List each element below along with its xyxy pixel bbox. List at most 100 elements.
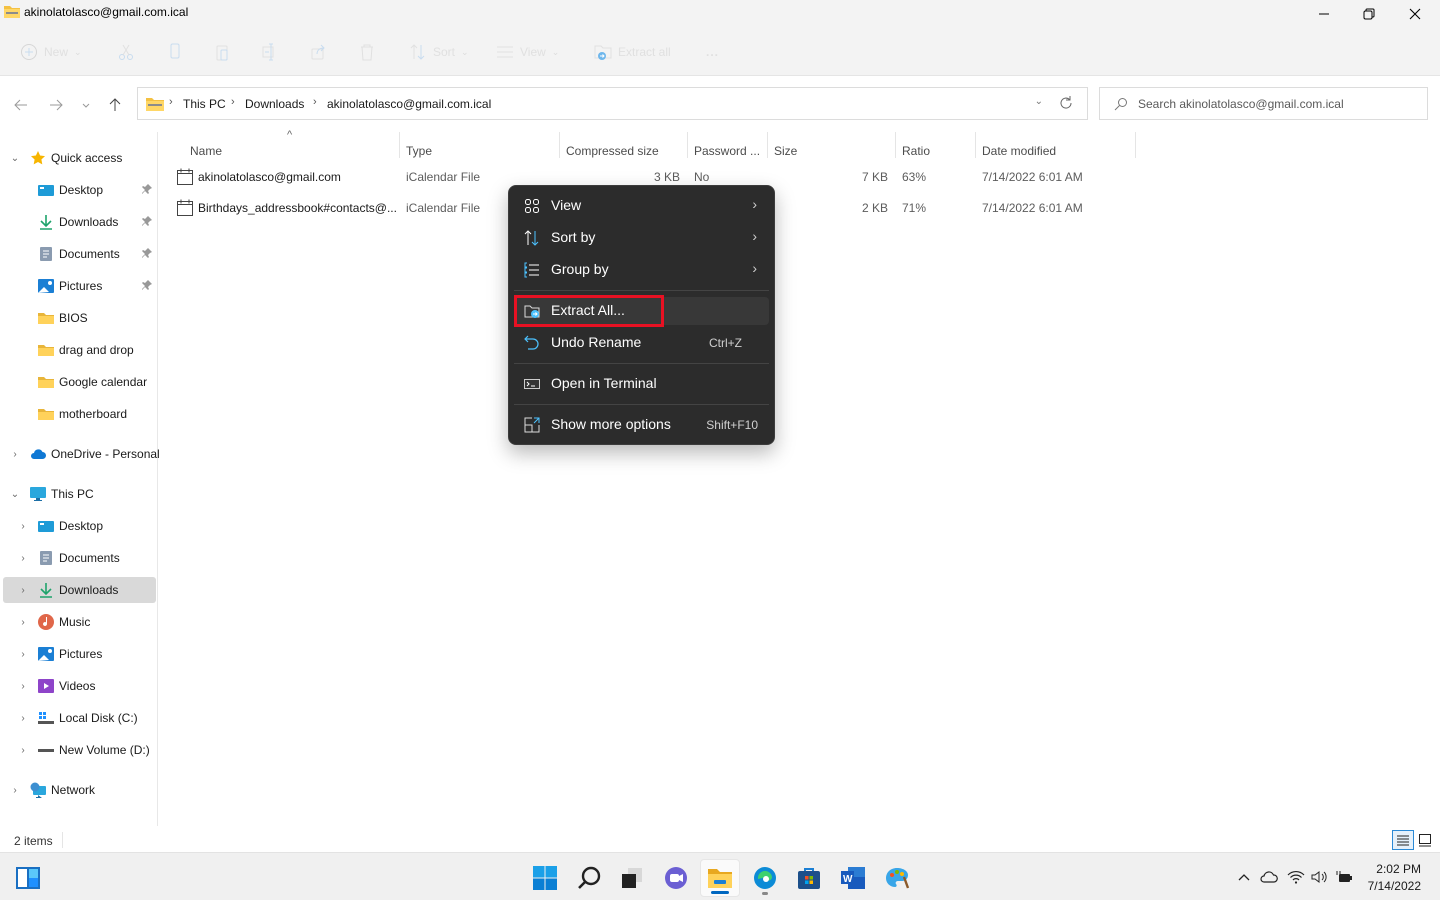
sidebar-item-drag-and-drop[interactable]: drag and drop — [3, 337, 156, 363]
up-button[interactable] — [104, 94, 126, 116]
menu-item-sort-by[interactable]: Sort by › — [514, 224, 769, 252]
column-header-size[interactable]: Size — [774, 144, 797, 158]
sort-button[interactable]: Sort ⌄ — [409, 40, 469, 64]
address-history-dropdown[interactable]: ⌄ — [1035, 96, 1043, 107]
widgets-button[interactable] — [8, 859, 48, 897]
search-box[interactable] — [1099, 87, 1428, 120]
file-explorer-taskbar-button[interactable] — [700, 859, 740, 897]
chevron-down-icon[interactable]: ⌄ — [9, 153, 21, 164]
column-divider[interactable] — [559, 132, 560, 158]
chevron-right-icon[interactable]: › — [9, 785, 21, 796]
show-hidden-icons-button[interactable] — [1235, 867, 1253, 887]
store-button[interactable] — [789, 859, 829, 897]
chevron-right-icon[interactable]: › — [17, 649, 29, 660]
chevron-right-icon[interactable]: › — [17, 585, 29, 596]
menu-item-group-by[interactable]: Group by › — [514, 256, 769, 284]
edge-button[interactable] — [745, 859, 785, 897]
wifi-button[interactable] — [1286, 867, 1306, 887]
sidebar-item-motherboard[interactable]: motherboard — [3, 401, 156, 427]
column-divider[interactable] — [895, 132, 896, 158]
sidebar-item-pc-downloads[interactable]: › Downloads — [3, 577, 156, 603]
sidebar-item-pc-desktop[interactable]: › Desktop — [3, 513, 156, 539]
menu-item-open-in-terminal[interactable]: Open in Terminal — [514, 370, 769, 398]
pin-icon[interactable] — [141, 215, 153, 227]
column-divider[interactable] — [1135, 132, 1136, 158]
paint-button[interactable] — [877, 859, 917, 897]
large-icons-view-button[interactable] — [1414, 830, 1436, 850]
pin-icon[interactable] — [141, 183, 153, 195]
search-button[interactable] — [569, 859, 609, 897]
pin-icon[interactable] — [141, 279, 153, 291]
column-header-name[interactable]: Name — [190, 144, 222, 158]
address-bar[interactable]: › This PC › Downloads › akinolatolasco@g… — [137, 87, 1088, 120]
column-divider[interactable] — [399, 132, 400, 158]
chevron-down-icon[interactable]: ⌄ — [9, 489, 21, 500]
restore-button[interactable] — [1346, 0, 1392, 28]
forward-button[interactable] — [45, 94, 67, 116]
column-header-compressed-size[interactable]: Compressed size — [566, 144, 659, 158]
chevron-right-icon[interactable]: › — [17, 617, 29, 628]
paste-button[interactable] — [214, 40, 232, 64]
view-button[interactable]: View ⌄ — [496, 40, 559, 64]
sidebar-item-pc-music[interactable]: › Music — [3, 609, 156, 635]
column-divider[interactable] — [687, 132, 688, 158]
sidebar-item-pc-videos[interactable]: › Videos — [3, 673, 156, 699]
sidebar-item-pictures[interactable]: Pictures — [3, 273, 156, 299]
menu-item-undo-rename[interactable]: Undo Rename Ctrl+Z — [514, 329, 769, 357]
sidebar-item-quick-access[interactable]: ⌄ Quick access — [3, 145, 156, 171]
onedrive-tray-button[interactable] — [1258, 867, 1280, 887]
volume-button[interactable] — [1310, 867, 1330, 887]
cut-button[interactable] — [117, 40, 135, 64]
word-button[interactable]: W — [833, 859, 873, 897]
battery-button[interactable] — [1334, 867, 1354, 887]
column-header-password[interactable]: Password ... — [694, 144, 760, 158]
chevron-right-icon[interactable]: › — [17, 745, 29, 756]
refresh-icon[interactable] — [1057, 94, 1075, 112]
sidebar-item-documents[interactable]: Documents — [3, 241, 156, 267]
task-view-button[interactable] — [612, 859, 652, 897]
share-button[interactable] — [310, 40, 328, 64]
copy-button[interactable] — [166, 40, 184, 64]
menu-item-view[interactable]: View › — [514, 192, 769, 220]
breadcrumb-downloads[interactable]: Downloads — [245, 97, 304, 111]
column-header-date-modified[interactable]: Date modified — [982, 144, 1056, 158]
system-clock[interactable]: 2:02 PM 7/14/2022 — [1368, 861, 1421, 895]
minimize-button[interactable] — [1301, 0, 1347, 28]
sidebar-item-desktop[interactable]: Desktop — [3, 177, 156, 203]
sidebar-item-this-pc[interactable]: ⌄ This PC — [3, 481, 156, 507]
column-header-ratio[interactable]: Ratio — [902, 144, 930, 158]
pin-icon[interactable] — [141, 247, 153, 259]
sidebar-item-new-volume-d[interactable]: › New Volume (D:) — [3, 737, 156, 763]
chevron-right-icon[interactable]: › — [17, 713, 29, 724]
breadcrumb-this-pc[interactable]: This PC — [183, 97, 226, 111]
sidebar-item-downloads[interactable]: Downloads — [3, 209, 156, 235]
sidebar-item-google-calendar[interactable]: Google calendar — [3, 369, 156, 395]
start-button[interactable] — [525, 859, 565, 897]
search-input[interactable] — [1138, 94, 1418, 114]
chevron-right-icon[interactable]: › — [17, 521, 29, 532]
new-button[interactable]: New ⌄ — [20, 40, 82, 64]
close-button[interactable] — [1392, 0, 1438, 28]
column-divider[interactable] — [975, 132, 976, 158]
teams-chat-button[interactable] — [656, 859, 696, 897]
sidebar-item-network[interactable]: › Network — [3, 777, 156, 803]
chevron-right-icon[interactable]: › — [9, 449, 21, 460]
extract-all-button[interactable]: Extract all — [594, 40, 671, 64]
breadcrumb-current[interactable]: akinolatolasco@gmail.com.ical — [327, 97, 491, 111]
recent-locations-button[interactable] — [75, 94, 97, 116]
back-button[interactable] — [10, 94, 32, 116]
sidebar-item-onedrive[interactable]: › OneDrive - Personal — [3, 441, 159, 467]
menu-item-show-more-options[interactable]: Show more options Shift+F10 — [514, 411, 769, 439]
sidebar-item-pc-documents[interactable]: › Documents — [3, 545, 156, 571]
column-header-type[interactable]: Type — [406, 144, 432, 158]
more-options-button[interactable]: ... — [706, 40, 719, 64]
chevron-right-icon[interactable]: › — [17, 681, 29, 692]
delete-button[interactable] — [358, 40, 376, 64]
chevron-right-icon[interactable]: › — [17, 553, 29, 564]
rename-button[interactable] — [261, 40, 279, 64]
sidebar-item-local-disk-c[interactable]: › Local Disk (C:) — [3, 705, 156, 731]
sidebar-item-bios[interactable]: BIOS — [3, 305, 156, 331]
sidebar-item-pc-pictures[interactable]: › Pictures — [3, 641, 156, 667]
details-view-button[interactable] — [1392, 830, 1414, 850]
column-divider[interactable] — [767, 132, 768, 158]
